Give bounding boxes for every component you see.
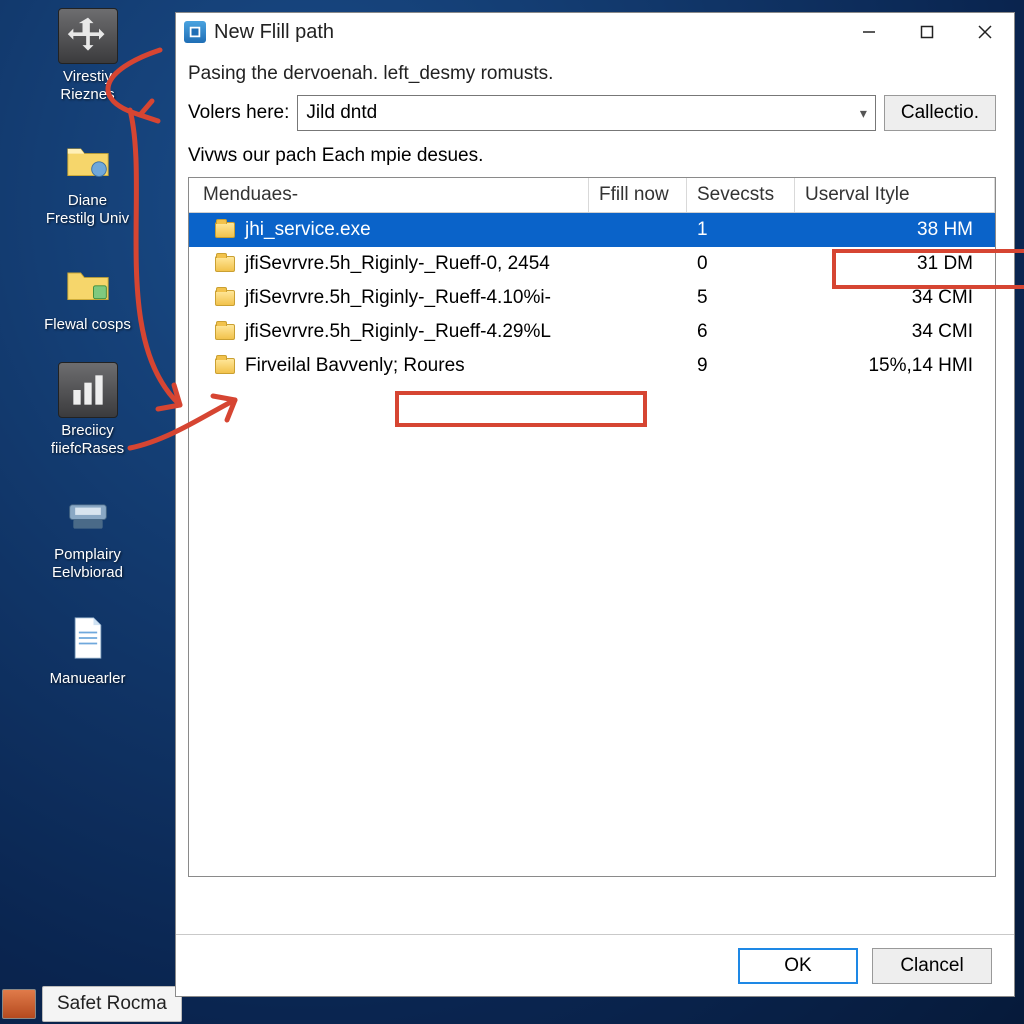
folder-icon (215, 222, 235, 238)
list-item[interactable]: Firveilal Bavvenly; Roures 9 15%,14 HMI (189, 349, 995, 383)
document-icon (58, 610, 118, 666)
list-item[interactable]: jfiSevrvre.5h_Riginly-_Rueff-4.10%i- 5 3… (189, 281, 995, 315)
file-name: jfiSevrvre.5h_Riginly-_Rueff-0, 2454 (245, 253, 550, 275)
list-item[interactable]: jfiSevrvre.5h_Riginly-_Rueff-0, 2454 0 3… (189, 247, 995, 281)
combo-value: Jild dntd (306, 102, 377, 124)
col-fill-now[interactable]: Ffill now (589, 178, 687, 212)
cancel-button[interactable]: Clancel (872, 948, 992, 984)
desktop-icon-label: Pomplairy (33, 546, 143, 564)
file-name: Firveilal Bavvenly; Roures (245, 355, 465, 377)
desktop-icon-virestiy[interactable]: Virestiy Rieznes (33, 8, 143, 104)
desktop-icon-label: Rieznes (33, 86, 143, 104)
cell-use: 34 CMI (795, 287, 995, 309)
file-name: jfiSevrvre.5h_Riginly-_Rueff-4.10%i- (245, 287, 551, 309)
desktop-icon-label: Virestiy (33, 68, 143, 86)
cell-sev: 5 (687, 287, 795, 309)
cell-use: 34 CMI (795, 321, 995, 343)
folder-icon (58, 132, 118, 188)
cell-sev: 9 (687, 355, 795, 377)
close-button[interactable] (956, 13, 1014, 51)
desktop-icon-pomplairy[interactable]: Pomplairy Eelvbiorad (33, 486, 143, 582)
cell-sev: 1 (687, 219, 795, 241)
volers-label: Volers here: (188, 102, 289, 124)
desktop-icon-label: Eelvbiorad (33, 564, 143, 582)
chart-icon (58, 362, 118, 418)
desktop-icon-label: Manuearler (33, 670, 143, 688)
list-item[interactable]: jhi_service.exe 1 38 HM (189, 213, 995, 247)
desktop: Virestiy Rieznes Diane Frestilg Univ Fle… (0, 0, 175, 1024)
cell-use: 38 HM (795, 219, 995, 241)
desktop-icon-label: Breciicy (33, 422, 143, 440)
ok-button[interactable]: OK (738, 948, 858, 984)
desktop-icon-diane[interactable]: Diane Frestilg Univ (33, 132, 143, 228)
file-list: Menduaes- Ffill now Sevecsts Userval Ity… (188, 177, 996, 877)
cell-use: 15%,14 HMI (795, 355, 995, 377)
volers-combo[interactable]: Jild dntd ▾ (297, 95, 875, 131)
desktop-icon-label: Flewal cosps (33, 316, 143, 334)
dialog-footer: OK Clancel (176, 934, 1014, 996)
collect-button[interactable]: Callectio. (884, 95, 996, 131)
col-sevecsts[interactable]: Sevecsts (687, 178, 795, 212)
scanner-icon (58, 486, 118, 542)
description-text: Pasing the dervoenah. left_desmy romusts… (188, 63, 996, 85)
window-icon (184, 21, 206, 43)
taskbar: Safet Rocma (2, 986, 182, 1022)
cell-use: 31 DM (795, 253, 995, 275)
taskbar-button[interactable]: Safet Rocma (42, 986, 182, 1022)
desktop-icon-label: Frestilg Univ (33, 210, 143, 228)
col-menduaes[interactable]: Menduaes- (189, 178, 589, 212)
desktop-icon-flewal[interactable]: Flewal cosps (33, 256, 143, 334)
dialog-window: New Flill path Pasing the dervoenah. lef… (175, 12, 1015, 997)
titlebar[interactable]: New Flill path (176, 13, 1014, 51)
list-item[interactable]: jfiSevrvre.5h_Riginly-_Rueff-4.29%L 6 34… (189, 315, 995, 349)
list-description: Vivws our pach Each mpie desues. (188, 145, 996, 167)
window-title: New Flill path (214, 21, 334, 44)
desktop-icon-label: Diane (33, 192, 143, 210)
folder-icon (58, 256, 118, 312)
taskbar-app-icon[interactable] (2, 989, 36, 1019)
file-name: jhi_service.exe (245, 219, 371, 241)
desktop-icon-breciicy[interactable]: Breciicy fiiefcRases (33, 362, 143, 458)
cell-sev: 6 (687, 321, 795, 343)
minimize-button[interactable] (840, 13, 898, 51)
folder-icon (215, 256, 235, 272)
cell-sev: 0 (687, 253, 795, 275)
col-userval[interactable]: Userval Ityle (795, 178, 995, 212)
maximize-button[interactable] (898, 13, 956, 51)
chevron-down-icon: ▾ (860, 105, 867, 122)
desktop-icon-manuearler[interactable]: Manuearler (33, 610, 143, 688)
folder-icon (215, 324, 235, 340)
folder-icon (215, 358, 235, 374)
file-name: jfiSevrvre.5h_Riginly-_Rueff-4.29%L (245, 321, 551, 343)
folder-icon (215, 290, 235, 306)
column-headers: Menduaes- Ffill now Sevecsts Userval Ity… (189, 178, 995, 213)
app-icon (58, 8, 118, 64)
desktop-icon-label: fiiefcRases (33, 440, 143, 458)
